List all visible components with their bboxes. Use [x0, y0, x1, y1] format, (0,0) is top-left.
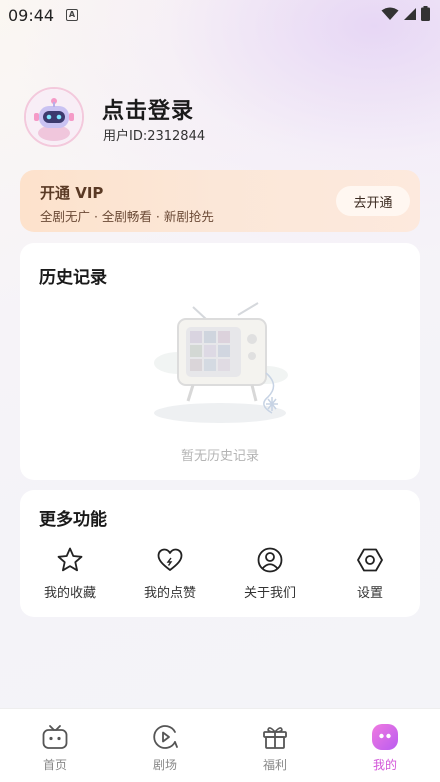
nav-label: 首页 [42, 758, 67, 772]
function-favorites[interactable]: 我的收藏 [20, 546, 120, 601]
function-likes[interactable]: 我的点赞 [120, 546, 220, 601]
login-title[interactable]: 点击登录 [102, 93, 194, 125]
gift-icon [263, 727, 287, 749]
status-bar: 09:44 A [0, 0, 440, 30]
notification-icon: A [66, 9, 78, 21]
user-id: 用户ID:2312844 [103, 129, 206, 144]
profile-face-icon [372, 724, 398, 750]
tv-home-icon [42, 725, 68, 749]
open-vip-button[interactable]: 去开通 [336, 186, 410, 216]
function-label: 我的点赞 [143, 586, 196, 601]
status-icons [381, 6, 430, 21]
battery-icon [421, 6, 430, 21]
user-circle-icon [257, 547, 283, 573]
more-functions-card: 更多功能 我的收藏 我的点赞 关于我们 设置 [20, 490, 420, 617]
vip-title: 开通 VIP [40, 184, 104, 202]
vip-banner[interactable]: 开通 VIP 全剧无广 · 全剧畅看 · 新剧抢先 去开通 [20, 170, 420, 232]
empty-tv-illustration [154, 302, 288, 423]
nav-mine[interactable]: 我的 [345, 723, 425, 773]
avatar[interactable] [24, 87, 84, 147]
robot-avatar-icon [26, 89, 82, 145]
star-icon [57, 547, 83, 572]
function-about-us[interactable]: 关于我们 [220, 546, 320, 601]
nav-label: 福利 [262, 758, 287, 772]
history-card: 历史记录 暂无历史记录 [20, 243, 420, 480]
function-settings[interactable]: 设置 [320, 546, 420, 601]
status-time: 09:44 [8, 6, 55, 25]
nav-label: 剧场 [152, 758, 177, 772]
function-label: 关于我们 [243, 586, 296, 601]
function-label: 设置 [356, 586, 383, 601]
history-empty-text: 暂无历史记录 [180, 449, 259, 464]
nav-home[interactable]: 首页 [15, 723, 95, 773]
nav-theater[interactable]: 剧场 [125, 723, 205, 773]
theater-icon [153, 725, 178, 749]
vip-subtitle: 全剧无广 · 全剧畅看 · 新剧抢先 [40, 209, 214, 224]
signal-icon [404, 7, 416, 20]
heart-icon [157, 548, 183, 571]
function-label: 我的收藏 [43, 586, 96, 601]
history-title: 历史记录 [39, 268, 107, 288]
more-functions-title: 更多功能 [39, 510, 107, 530]
wifi-icon [381, 7, 399, 20]
nav-welfare[interactable]: 福利 [235, 723, 315, 773]
bottom-navigation: 首页 剧场 福利 我的 [0, 708, 440, 782]
nav-label: 我的 [372, 758, 397, 772]
hexagon-settings-icon [357, 548, 383, 572]
